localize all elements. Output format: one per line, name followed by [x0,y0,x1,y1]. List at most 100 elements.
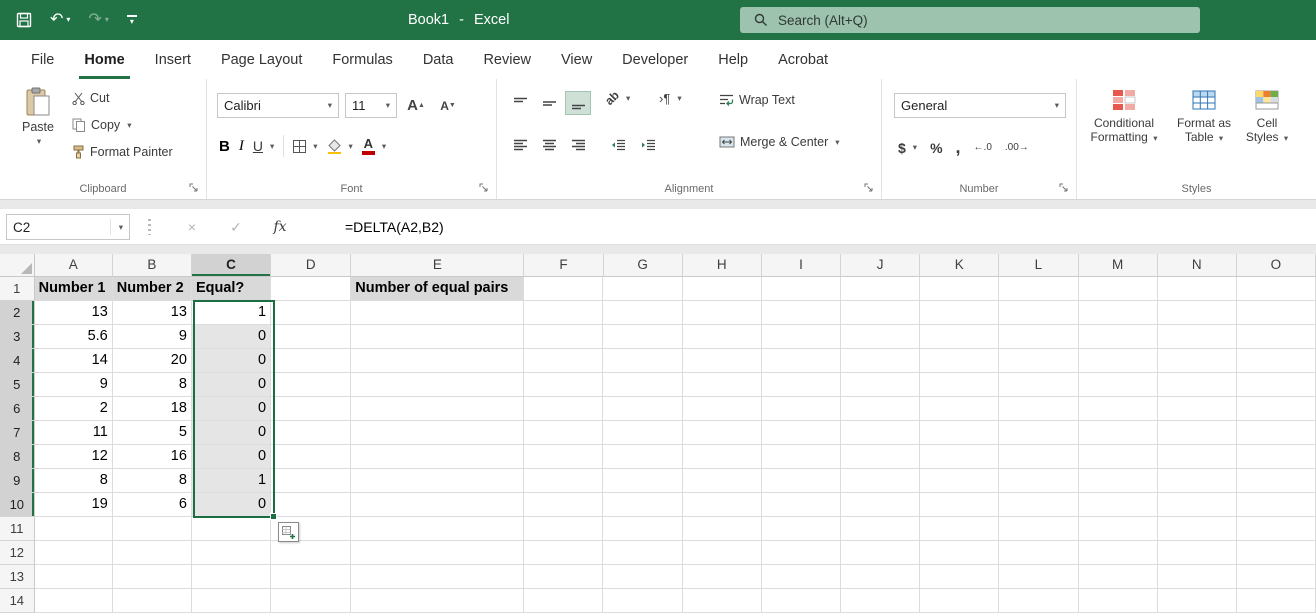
cell-D9[interactable] [271,469,351,493]
customize-qat-button[interactable]: ▾ [127,15,137,26]
cell-L4[interactable] [999,349,1078,373]
cell-J2[interactable] [841,301,920,325]
cell-I13[interactable] [762,565,841,589]
fill-handle[interactable] [270,513,277,520]
cell-L2[interactable] [999,301,1078,325]
autofill-options-button[interactable] [278,522,299,542]
row-header-2[interactable]: 2 [0,301,35,325]
row-header-1[interactable]: 1 [0,277,35,301]
cell-B10[interactable]: 6 [113,493,192,517]
italic-button[interactable]: I [239,138,244,155]
cell-C11[interactable] [192,517,271,541]
cell-K14[interactable] [920,589,999,613]
cell-H10[interactable] [683,493,762,517]
cell-O8[interactable] [1237,445,1316,469]
cell-G5[interactable] [603,373,682,397]
paste-button[interactable]: Paste ▾ [10,87,66,173]
cell-F6[interactable] [524,397,603,421]
borders-button[interactable]: ▾ [293,140,317,153]
cell-H12[interactable] [683,541,762,565]
cell-N3[interactable] [1158,325,1237,349]
column-header-I[interactable]: I [762,254,841,277]
cell-K6[interactable] [920,397,999,421]
cell-H14[interactable] [683,589,762,613]
clipboard-dialog-launcher[interactable] [189,183,201,195]
cell-I3[interactable] [762,325,841,349]
cell-E2[interactable] [351,301,524,325]
cell-B14[interactable] [113,589,192,613]
tab-acrobat[interactable]: Acrobat [763,40,843,79]
font-name-combo[interactable]: Calibri ▾ [217,93,339,118]
cell-E7[interactable] [351,421,524,445]
cell-H13[interactable] [683,565,762,589]
cell-F10[interactable] [524,493,603,517]
cell-C7[interactable]: 0 [192,421,271,445]
cell-E13[interactable] [351,565,524,589]
row-header-7[interactable]: 7 [0,421,35,445]
cell-N9[interactable] [1158,469,1237,493]
cell-I6[interactable] [762,397,841,421]
increase-decimal-button[interactable]: ←.0 [974,142,992,153]
formula-bar-resize-handle[interactable] [148,219,151,235]
percent-style-button[interactable]: % [930,140,942,156]
cell-J13[interactable] [841,565,920,589]
cell-K9[interactable] [920,469,999,493]
row-header-13[interactable]: 13 [0,565,35,589]
cell-O7[interactable] [1237,421,1316,445]
tab-formulas[interactable]: Formulas [317,40,407,79]
cell-N5[interactable] [1158,373,1237,397]
cell-A12[interactable] [35,541,113,565]
cell-I2[interactable] [762,301,841,325]
cell-I9[interactable] [762,469,841,493]
format-as-table-button[interactable]: Format as Table ▾ [1171,87,1237,144]
cell-O4[interactable] [1237,349,1316,373]
cell-I8[interactable] [762,445,841,469]
cell-E8[interactable] [351,445,524,469]
cell-B13[interactable] [113,565,192,589]
cell-K1[interactable] [920,277,999,301]
cell-F5[interactable] [524,373,603,397]
increase-font-size-button[interactable]: A▲ [403,94,429,118]
cell-N1[interactable] [1158,277,1237,301]
cell-K5[interactable] [920,373,999,397]
column-header-D[interactable]: D [271,254,351,277]
cell-M7[interactable] [1079,421,1158,445]
cell-D1[interactable] [271,277,351,301]
cell-A9[interactable]: 8 [35,469,113,493]
cell-F13[interactable] [524,565,603,589]
bold-button[interactable]: B [219,138,230,155]
cell-D7[interactable] [271,421,351,445]
cell-K2[interactable] [920,301,999,325]
cell-G14[interactable] [603,589,682,613]
cell-N10[interactable] [1158,493,1237,517]
cell-J5[interactable] [841,373,920,397]
accounting-format-button[interactable]: $ ▾ [898,140,917,156]
cell-G12[interactable] [603,541,682,565]
number-format-combo[interactable]: General ▾ [894,93,1066,118]
cell-E5[interactable] [351,373,524,397]
cell-I5[interactable] [762,373,841,397]
tab-file[interactable]: File [16,40,69,79]
cell-B3[interactable]: 9 [113,325,192,349]
cell-C13[interactable] [192,565,271,589]
column-header-O[interactable]: O [1237,254,1316,277]
align-top-button[interactable] [507,91,533,115]
row-header-8[interactable]: 8 [0,445,35,469]
cell-N7[interactable] [1158,421,1237,445]
cell-L10[interactable] [999,493,1078,517]
align-left-button[interactable] [507,133,533,157]
tab-developer[interactable]: Developer [607,40,703,79]
tab-page-layout[interactable]: Page Layout [206,40,317,79]
cell-I1[interactable] [762,277,841,301]
cell-D6[interactable] [271,397,351,421]
cell-J8[interactable] [841,445,920,469]
cell-H7[interactable] [683,421,762,445]
cell-C10[interactable]: 0 [192,493,271,517]
cell-C8[interactable]: 0 [192,445,271,469]
cell-E1[interactable]: Number of equal pairs [351,277,524,301]
cell-J6[interactable] [841,397,920,421]
cell-G6[interactable] [603,397,682,421]
cell-D10[interactable] [271,493,351,517]
cell-A4[interactable]: 14 [35,349,113,373]
column-header-E[interactable]: E [351,254,524,277]
